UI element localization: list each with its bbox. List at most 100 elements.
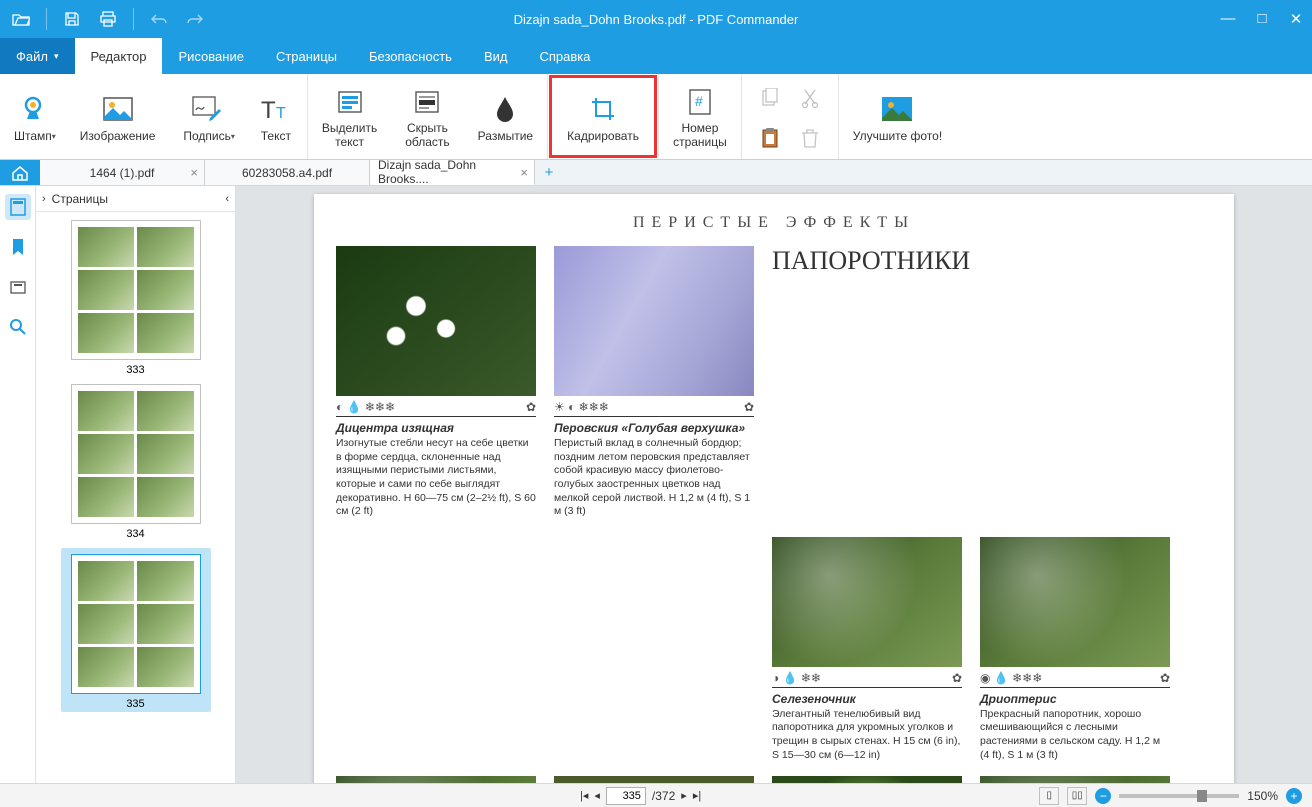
highlight-text-button[interactable]: Выделить текст — [308, 74, 391, 159]
cut-icon[interactable] — [796, 84, 824, 112]
highlight-icon — [334, 86, 366, 118]
thumbnails-icon[interactable] — [5, 194, 31, 220]
plant-photo — [336, 246, 536, 396]
bookmarks-icon[interactable] — [5, 234, 31, 260]
thumb-image — [71, 384, 201, 524]
window-controls: — □ ✕ — [1218, 10, 1306, 28]
page-heading: ПЕРИСТЫЕ ЭФФЕКТЫ — [336, 214, 1212, 232]
document-viewer[interactable]: ПЕРИСТЫЕ ЭФФЕКТЫ ◐ 💧 ❄❄❄ Дицентра изящна… — [236, 186, 1312, 783]
maximize-button[interactable]: □ — [1252, 10, 1272, 28]
menu-security[interactable]: Безопасность — [353, 38, 468, 74]
page: ПЕРИСТЫЕ ЭФФЕКТЫ ◐ 💧 ❄❄❄ Дицентра изящна… — [314, 194, 1234, 783]
search-icon[interactable] — [5, 314, 31, 340]
single-page-icon[interactable]: ▯ — [1039, 787, 1059, 805]
quick-access-toolbar — [0, 4, 216, 34]
thumbnails-list[interactable]: 333 334 335 — [36, 212, 235, 783]
blur-button[interactable]: Размытие — [464, 74, 547, 159]
attachments-icon[interactable] — [5, 274, 31, 300]
redo-icon[interactable] — [180, 4, 210, 34]
next-page-icon[interactable]: ▸ — [681, 789, 687, 802]
open-icon[interactable] — [6, 4, 36, 34]
home-button[interactable] — [0, 160, 40, 185]
hide-area-icon — [411, 86, 443, 118]
clipboard-group — [742, 74, 838, 159]
chevron-right-icon[interactable]: › — [42, 193, 46, 205]
plant-photo — [554, 246, 754, 396]
menu-drawing[interactable]: Рисование — [162, 38, 259, 74]
thumbnails-panel: › Страницы ‹ 333 334 335 — [36, 186, 236, 783]
save-icon[interactable] — [57, 4, 87, 34]
thumb-image — [71, 220, 201, 360]
menu-view[interactable]: Вид — [468, 38, 524, 74]
plant-card: ◉ 💧 ❄❄❄ Дриоптерис Прекрасный папоротник… — [980, 537, 1170, 763]
thumb-333[interactable]: 333 — [61, 220, 211, 376]
plant-card — [980, 776, 1170, 783]
status-bar: |◂ ◂ /372 ▸ ▸| ▯ ▯▯ − 150% + — [0, 783, 1312, 807]
zoom-out-button[interactable]: − — [1095, 788, 1111, 804]
doc-tab-0[interactable]: 1464 (1).pdf× — [40, 160, 205, 185]
document-tabs: 1464 (1).pdf× 60283058.a4.pdf Dizajn sad… — [0, 160, 1312, 186]
last-page-icon[interactable]: ▸| — [693, 789, 701, 802]
prev-page-icon[interactable]: ◂ — [594, 789, 600, 802]
menu-editor[interactable]: Редактор — [75, 38, 163, 74]
copy-icon[interactable] — [756, 84, 784, 112]
plant-photo — [554, 776, 754, 783]
doc-tab-2[interactable]: Dizajn sada_Dohn Brooks....× — [370, 160, 535, 185]
fern-heading: ПАПОРОТНИКИ — [772, 246, 1170, 527]
text-button[interactable]: TT Текст — [245, 74, 307, 159]
plant-card: ◐ 💧 ❄❄❄ Дицентра изящная Изогнутые стебл… — [336, 246, 536, 519]
page-number-icon: # — [684, 86, 716, 118]
delete-icon[interactable] — [796, 124, 824, 152]
two-page-icon[interactable]: ▯▯ — [1067, 787, 1087, 805]
print-icon[interactable] — [93, 4, 123, 34]
close-icon[interactable]: × — [520, 165, 528, 180]
page-number-button[interactable]: # Номер страницы — [659, 74, 741, 159]
menu-file[interactable]: Файл — [0, 38, 75, 74]
thumb-334[interactable]: 334 — [61, 384, 211, 540]
ribbon: Штамп Изображение Подпись TT Текст Выдел… — [0, 74, 1312, 160]
improve-photo-button[interactable]: Улучшите фото! — [839, 74, 956, 159]
add-tab-button[interactable]: + — [535, 160, 563, 185]
plant-card: ☀ ◐ ❄❄❄ Перовския «Голубая верхушка» Пер… — [554, 246, 754, 519]
svg-text:T: T — [261, 97, 276, 122]
plant-card: ☀ ◐ ❄❄❄ Прострел обыкновенный — [554, 776, 754, 783]
svg-text:#: # — [695, 93, 703, 109]
signature-button[interactable]: Подпись — [169, 74, 245, 159]
menu-bar: Файл Редактор Рисование Страницы Безопас… — [0, 38, 1312, 74]
crop-button[interactable]: Кадрировать — [548, 74, 658, 159]
close-button[interactable]: ✕ — [1286, 10, 1306, 28]
page-navigation: |◂ ◂ /372 ▸ ▸| — [580, 787, 701, 805]
zoom-slider[interactable] — [1119, 794, 1239, 798]
stamp-button[interactable]: Штамп — [0, 74, 66, 159]
image-icon — [102, 93, 134, 125]
plant-card: ◐ 💧 ❄❄❄ Фенхель обыкновенный — [336, 776, 536, 783]
thumb-335[interactable]: 335 — [61, 548, 211, 712]
plant-card — [772, 776, 962, 783]
minimize-button[interactable]: — — [1218, 10, 1238, 28]
menu-help[interactable]: Справка — [523, 38, 606, 74]
svg-text:T: T — [276, 105, 286, 122]
undo-icon[interactable] — [144, 4, 174, 34]
text-icon: TT — [260, 93, 292, 125]
page-total: /372 — [652, 789, 675, 803]
title-bar: Dizajn sada_Dohn Brooks.pdf - PDF Comman… — [0, 0, 1312, 38]
improve-photo-icon — [881, 93, 913, 125]
signature-icon — [191, 93, 223, 125]
zoom-in-button[interactable]: + — [1286, 788, 1302, 804]
first-page-icon[interactable]: |◂ — [580, 789, 588, 802]
doc-tab-1[interactable]: 60283058.a4.pdf — [205, 160, 370, 185]
chevron-left-icon[interactable]: ‹ — [225, 193, 229, 205]
paste-icon[interactable] — [756, 124, 784, 152]
window-title: Dizajn sada_Dohn Brooks.pdf - PDF Comman… — [514, 12, 799, 27]
close-icon[interactable]: × — [190, 165, 198, 180]
plant-photo — [980, 776, 1170, 783]
image-button[interactable]: Изображение — [66, 74, 170, 159]
page-input[interactable] — [606, 787, 646, 805]
menu-pages[interactable]: Страницы — [260, 38, 353, 74]
crop-icon — [587, 93, 619, 125]
hide-area-button[interactable]: Скрыть область — [391, 74, 463, 159]
side-toolbar — [0, 186, 36, 783]
thumb-image — [71, 554, 201, 694]
blur-icon — [489, 93, 521, 125]
plant-photo — [772, 537, 962, 667]
